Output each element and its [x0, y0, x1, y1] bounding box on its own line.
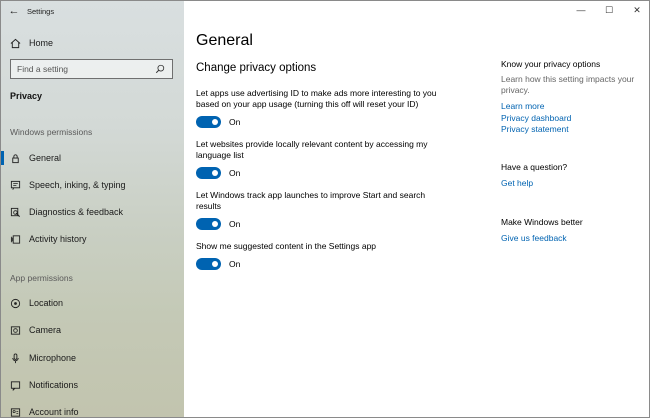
speech-icon [1, 180, 29, 191]
sidebar-item-diagnostics[interactable]: Diagnostics & feedback [1, 201, 184, 223]
toggle-knob [212, 119, 218, 125]
setting-description: Let websites provide locally relevant co… [196, 139, 428, 160]
advertising-id-toggle[interactable] [196, 116, 221, 128]
privacy-dashboard-link[interactable]: Privacy dashboard [501, 113, 646, 125]
minimize-button[interactable]: — [567, 1, 595, 19]
notifications-icon [1, 380, 29, 391]
sidebar-item-speech[interactable]: Speech, inking, & typing [1, 174, 184, 196]
main-content: — ☐ ✕ General Change privacy options Let… [184, 1, 649, 417]
diagnostics-icon [1, 207, 29, 218]
nav-home-label: Home [29, 38, 54, 48]
close-button[interactable]: ✕ [623, 1, 649, 19]
search-icon[interactable] [151, 64, 169, 74]
aside-heading: Have a question? [501, 162, 568, 172]
search-box[interactable] [10, 59, 173, 79]
location-icon [1, 298, 29, 309]
page-title: General [196, 32, 253, 49]
help-panel: Have a question? Get help [501, 162, 646, 190]
back-button[interactable]: ← [1, 1, 27, 21]
settings-window: ← Settings Home Privacy Windows permissi… [0, 0, 650, 418]
maximize-button[interactable]: ☐ [595, 1, 623, 19]
maximize-icon: ☐ [604, 4, 614, 15]
app-title: Settings [27, 6, 55, 16]
toggle-state-label: On [229, 259, 241, 269]
camera-icon [1, 325, 29, 336]
sidebar-item-label: General [29, 153, 62, 163]
account-info-icon [1, 407, 29, 418]
toggle-state-label: On [229, 117, 241, 127]
privacy-statement-link[interactable]: Privacy statement [501, 124, 646, 136]
learn-more-link[interactable]: Learn more [501, 101, 646, 113]
back-arrow-icon: ← [8, 5, 20, 17]
setting-language-list: Let websites provide locally relevant co… [196, 139, 451, 179]
sidebar-item-location[interactable]: Location [1, 292, 184, 314]
home-icon [1, 38, 29, 49]
suggested-content-toggle[interactable] [196, 258, 221, 270]
app-launches-toggle[interactable] [196, 218, 221, 230]
setting-description: Let apps use advertising ID to make ads … [196, 88, 437, 109]
setting-description: Show me suggested content in the Setting… [196, 241, 377, 251]
sidebar-item-label: Activity history [29, 234, 87, 244]
toggle-knob [212, 170, 218, 176]
minimize-icon: — [576, 5, 586, 15]
sidebar-item-notifications[interactable]: Notifications [1, 374, 184, 396]
toggle-row: On [196, 258, 451, 270]
toggle-state-label: On [229, 168, 241, 178]
aside-heading: Know your privacy options [501, 59, 601, 69]
get-help-link[interactable]: Get help [501, 178, 646, 190]
sidebar-item-label: Location [29, 298, 64, 308]
setting-advertising-id: Let apps use advertising ID to make ads … [196, 88, 451, 128]
setting-description: Let Windows track app launches to improv… [196, 190, 426, 211]
sidebar-item-label: Speech, inking, & typing [29, 180, 126, 190]
sidebar-item-microphone[interactable]: Microphone [1, 347, 184, 369]
setting-app-launches: Let Windows track app launches to improv… [196, 190, 451, 230]
activity-history-icon [1, 234, 29, 245]
title-bar: ← Settings [1, 1, 184, 21]
selection-indicator [1, 151, 4, 165]
search-input[interactable] [11, 64, 151, 74]
setting-suggested-content: Show me suggested content in the Setting… [196, 241, 451, 270]
language-list-toggle[interactable] [196, 167, 221, 179]
toggle-state-label: On [229, 219, 241, 229]
aside-text: Learn how this setting impacts your priv… [501, 74, 635, 95]
sidebar-item-label: Camera [29, 325, 62, 335]
sidebar-item-general[interactable]: General [1, 147, 184, 169]
sidebar-item-label: Diagnostics & feedback [29, 207, 124, 217]
lock-icon [1, 153, 29, 164]
sidebar-item-label: Account info [29, 407, 79, 417]
privacy-options-panel: Know your privacy options Learn how this… [501, 59, 646, 136]
group-head-windows-permissions: Windows permissions [10, 127, 93, 137]
toggle-knob [212, 261, 218, 267]
toggle-row: On [196, 167, 451, 179]
sidebar-item-label: Microphone [29, 353, 77, 363]
toggle-knob [212, 221, 218, 227]
section-title-privacy: Privacy [10, 91, 43, 101]
toggle-row: On [196, 218, 451, 230]
aside-heading: Make Windows better [501, 217, 583, 227]
section-subtitle: Change privacy options [196, 62, 317, 74]
toggle-row: On [196, 116, 451, 128]
sidebar-item-camera[interactable]: Camera [1, 319, 184, 341]
sidebar-item-label: Notifications [29, 380, 79, 390]
microphone-icon [1, 352, 29, 364]
give-feedback-link[interactable]: Give us feedback [501, 233, 646, 245]
sidebar-item-activity-history[interactable]: Activity history [1, 228, 184, 250]
sidebar: ← Settings Home Privacy Windows permissi… [1, 1, 184, 418]
nav-home[interactable]: Home [1, 33, 184, 53]
close-icon: ✕ [633, 4, 641, 15]
sidebar-item-account-info[interactable]: Account info [1, 401, 184, 418]
window-controls: — ☐ ✕ [567, 1, 649, 19]
group-head-app-permissions: App permissions [10, 273, 73, 283]
feedback-panel: Make Windows better Give us feedback [501, 217, 646, 245]
